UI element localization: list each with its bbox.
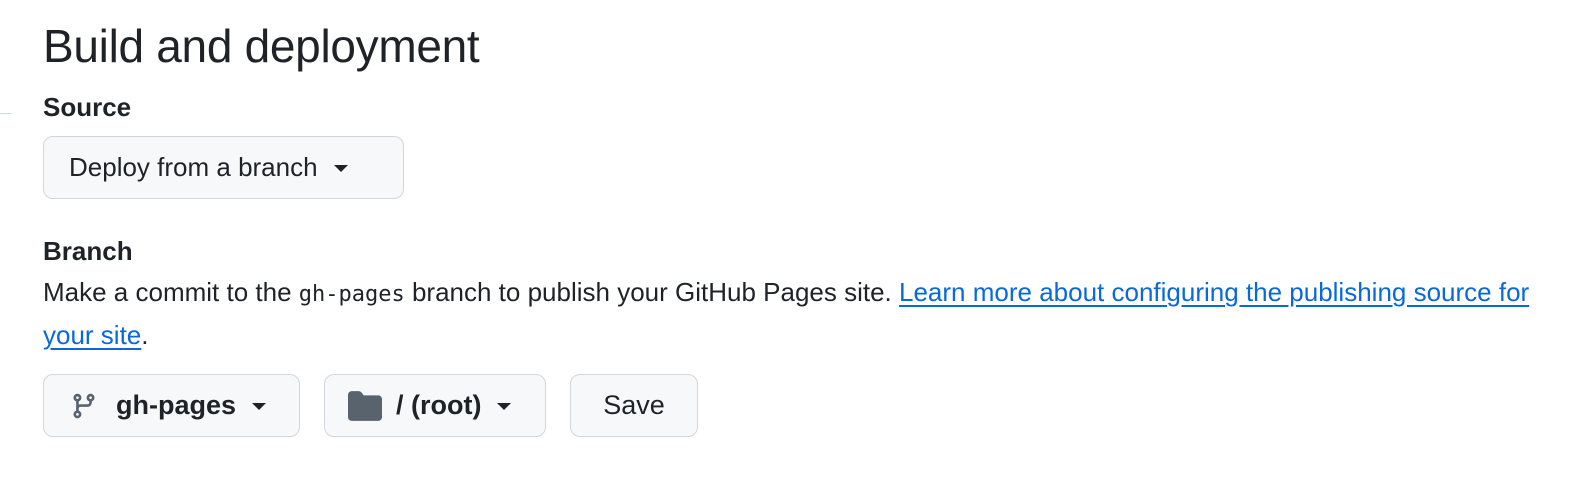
source-dropdown[interactable]: Deploy from a branch (43, 136, 404, 199)
description-text-start: Make a commit to the (43, 277, 299, 307)
save-button-label: Save (603, 390, 665, 420)
source-label: Source (43, 92, 132, 122)
source-dropdown-value: Deploy from a branch (69, 152, 318, 182)
sidebar-divider (0, 113, 12, 114)
folder-select-button[interactable]: / (root) (324, 374, 546, 437)
branch-code: gh-pages (298, 282, 405, 307)
caret-down-icon (252, 403, 267, 410)
folder-icon (348, 390, 382, 421)
description-text-middle: branch to publish your GitHub Pages site… (404, 277, 900, 307)
folder-select-value: / (root) (396, 390, 482, 420)
save-button[interactable]: Save (570, 374, 698, 437)
description-text-end: . (141, 320, 149, 350)
section-title: Build and deployment (43, 20, 480, 72)
branch-label: Branch (43, 236, 133, 266)
git-branch-icon (73, 393, 95, 418)
branch-select-button[interactable]: gh-pages (43, 374, 300, 437)
caret-down-icon (497, 403, 512, 410)
branch-description: Make a commit to the gh-pages branch to … (43, 272, 1553, 356)
caret-down-icon (333, 165, 348, 172)
branch-select-value: gh-pages (116, 390, 237, 420)
